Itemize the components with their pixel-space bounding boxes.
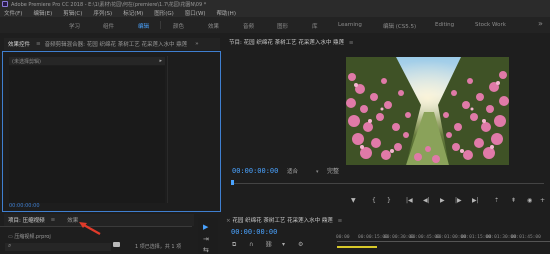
expand-arrow-icon[interactable]: ▸ bbox=[159, 58, 162, 64]
program-monitor-title-text: 节目: 花园 织绵花 茶树工艺 花采莲入水中 鼎莲 bbox=[229, 40, 345, 46]
workspace-editing-cs55[interactable]: 编辑 (CS5.5) bbox=[383, 22, 416, 30]
work-area-bar[interactable] bbox=[337, 246, 377, 248]
panel-menu-icon[interactable]: ≡ bbox=[51, 217, 56, 223]
workspace-audio[interactable]: 音频 bbox=[243, 22, 254, 30]
timeline-settings-icon[interactable]: ⚙ bbox=[298, 241, 303, 248]
no-clip-selected-bar: (未选择剪辑) ▸ bbox=[9, 57, 165, 65]
timeline-ruler[interactable] bbox=[337, 241, 550, 242]
program-playhead[interactable] bbox=[231, 180, 234, 185]
export-frame-icon[interactable]: ◉ bbox=[527, 197, 532, 204]
extract-icon[interactable]: ⇞ bbox=[511, 197, 516, 204]
workspace-learn[interactable]: 学习 bbox=[69, 22, 80, 30]
nest-icon[interactable]: ⧉ bbox=[232, 241, 236, 249]
go-to-in-icon[interactable]: |◀ bbox=[406, 197, 413, 204]
menu-clip[interactable]: 剪辑(C) bbox=[63, 9, 82, 17]
workspace-assembly[interactable]: 组件 bbox=[103, 22, 114, 30]
timeline-title: × 花园 织绵花 茶树工艺 花采莲入水中 鼎莲 ≡ bbox=[226, 216, 342, 224]
effect-controls-timeline-area bbox=[167, 56, 220, 203]
tools-panel: ▶ ⇥ ⇆ bbox=[198, 218, 218, 254]
program-monitor-title: 节目: 花园 织绵花 茶树工艺 花采莲入水中 鼎莲 ≡ bbox=[229, 38, 353, 46]
ruler-label: 00:01:45:00 bbox=[511, 235, 541, 240]
workspace-libraries[interactable]: 库 bbox=[312, 22, 318, 30]
annotation-arrow-icon bbox=[79, 222, 101, 235]
snap-icon[interactable]: ∩ bbox=[249, 241, 253, 248]
workspace-stock-work[interactable]: Stock Work bbox=[475, 22, 506, 28]
in-point-icon[interactable]: { bbox=[372, 197, 376, 204]
workspace-graphics[interactable]: 图形 bbox=[277, 22, 288, 30]
step-forward-icon[interactable]: |▶ bbox=[455, 197, 462, 204]
more-workspaces-icon[interactable]: » bbox=[538, 19, 543, 28]
lift-icon[interactable]: ⇡ bbox=[494, 197, 499, 204]
menu-window[interactable]: 窗口(W) bbox=[185, 9, 206, 17]
project-file-name: 压缩视频.prproj bbox=[14, 234, 51, 240]
menu-bar: 文件(F) 编辑(E) 剪辑(C) 序列(S) 标记(M) 图形(G) 窗口(W… bbox=[0, 8, 550, 17]
play-icon[interactable]: ▶ bbox=[440, 197, 445, 204]
out-point-icon[interactable]: } bbox=[387, 197, 391, 204]
step-back-icon[interactable]: ◀| bbox=[423, 197, 430, 204]
effect-controls-tabs: 效果控件 ≡ 音频剪辑混合器: 花园 织绵花 茶树工艺 花采莲入水中 鼎莲 » bbox=[4, 38, 220, 50]
fit-dropdown-value: 适合 bbox=[287, 169, 299, 175]
panel-menu-icon[interactable]: ≡ bbox=[338, 218, 343, 224]
more-panels-tab[interactable]: » bbox=[191, 41, 202, 47]
title-bar: Adobe Premiere Pro CC 2018 - E:\1\素材\花园\… bbox=[0, 0, 550, 8]
effect-controls-timecode[interactable]: 00:00:00:00 bbox=[9, 203, 40, 209]
go-to-out-icon[interactable]: ▶| bbox=[472, 197, 479, 204]
program-timecode[interactable]: 00:00:00:00 bbox=[232, 167, 278, 175]
window-title: Adobe Premiere Pro CC 2018 - E:\1\素材\花园\… bbox=[11, 1, 207, 8]
workspace-editing[interactable]: 编辑 bbox=[138, 22, 149, 30]
no-clip-label: (未选择剪辑) bbox=[12, 58, 41, 65]
menu-graphics[interactable]: 图形(G) bbox=[154, 9, 174, 17]
ripple-edit-tool-icon[interactable]: ⇆ bbox=[203, 246, 209, 254]
workspace-learning-en[interactable]: Learning bbox=[338, 22, 362, 28]
workspace-editing-en[interactable]: Editing bbox=[435, 22, 454, 28]
tab-effect-controls[interactable]: 效果控件 bbox=[4, 40, 34, 48]
track-select-tool-icon[interactable]: ⇥ bbox=[203, 235, 209, 243]
marker-icon[interactable]: ▼ bbox=[351, 197, 356, 204]
workspace-color[interactable]: 颜色 bbox=[173, 22, 184, 30]
panel-menu-icon[interactable]: ≡ bbox=[349, 40, 354, 46]
resolution-full[interactable]: 完整 bbox=[327, 166, 339, 175]
fit-dropdown[interactable]: 适合 ▾ bbox=[287, 167, 319, 175]
effect-controls-panel: (未选择剪辑) ▸ 00:00:00:00 bbox=[2, 51, 221, 212]
linked-selection-icon[interactable]: ⛓ bbox=[265, 241, 273, 248]
rose-garden-image bbox=[346, 57, 509, 165]
ruler-label: 00:00 bbox=[336, 235, 350, 240]
folder-icon[interactable] bbox=[113, 242, 120, 247]
project-search-input[interactable] bbox=[5, 243, 111, 251]
workspace-separator bbox=[160, 21, 161, 29]
timeline-sequence-name: 花园 织绵花 茶树工艺 花采莲入水中 鼎莲 bbox=[232, 218, 333, 224]
selection-count: 1 项已选择，共 1 项 bbox=[135, 244, 182, 250]
project-file-label: ▭ 压缩视频.prproj bbox=[8, 233, 51, 240]
add-icon[interactable]: + bbox=[540, 197, 545, 204]
program-video-frame bbox=[346, 57, 509, 165]
search-icon: ⌕ bbox=[8, 242, 12, 249]
tab-project[interactable]: 项目: 压缩视频 bbox=[4, 216, 49, 224]
menu-file[interactable]: 文件(F) bbox=[4, 9, 22, 17]
selection-tool-icon[interactable]: ▶ bbox=[203, 223, 208, 231]
menu-marker[interactable]: 标记(M) bbox=[123, 9, 143, 17]
premiere-logo-icon bbox=[2, 1, 8, 7]
program-scrub-bar[interactable] bbox=[232, 183, 544, 184]
menu-help[interactable]: 帮助(H) bbox=[217, 9, 236, 17]
chevron-down-icon: ▾ bbox=[316, 169, 319, 175]
workspace-bar: 学习 组件 编辑 颜色 效果 音频 图形 库 Learning 编辑 (CS5.… bbox=[0, 17, 550, 33]
add-marker-icon[interactable]: ▾ bbox=[282, 241, 285, 248]
workspace-effects[interactable]: 效果 bbox=[208, 22, 219, 30]
effect-controls-body bbox=[9, 66, 165, 203]
tab-audio-clip-mixer[interactable]: 音频剪辑混合器: 花园 织绵花 茶树工艺 花采莲入水中 鼎莲 bbox=[41, 40, 192, 48]
menu-edit[interactable]: 编辑(E) bbox=[33, 9, 52, 17]
timeline-timecode[interactable]: 00:00:00:00 bbox=[231, 228, 277, 236]
menu-sequence[interactable]: 序列(S) bbox=[93, 9, 112, 17]
